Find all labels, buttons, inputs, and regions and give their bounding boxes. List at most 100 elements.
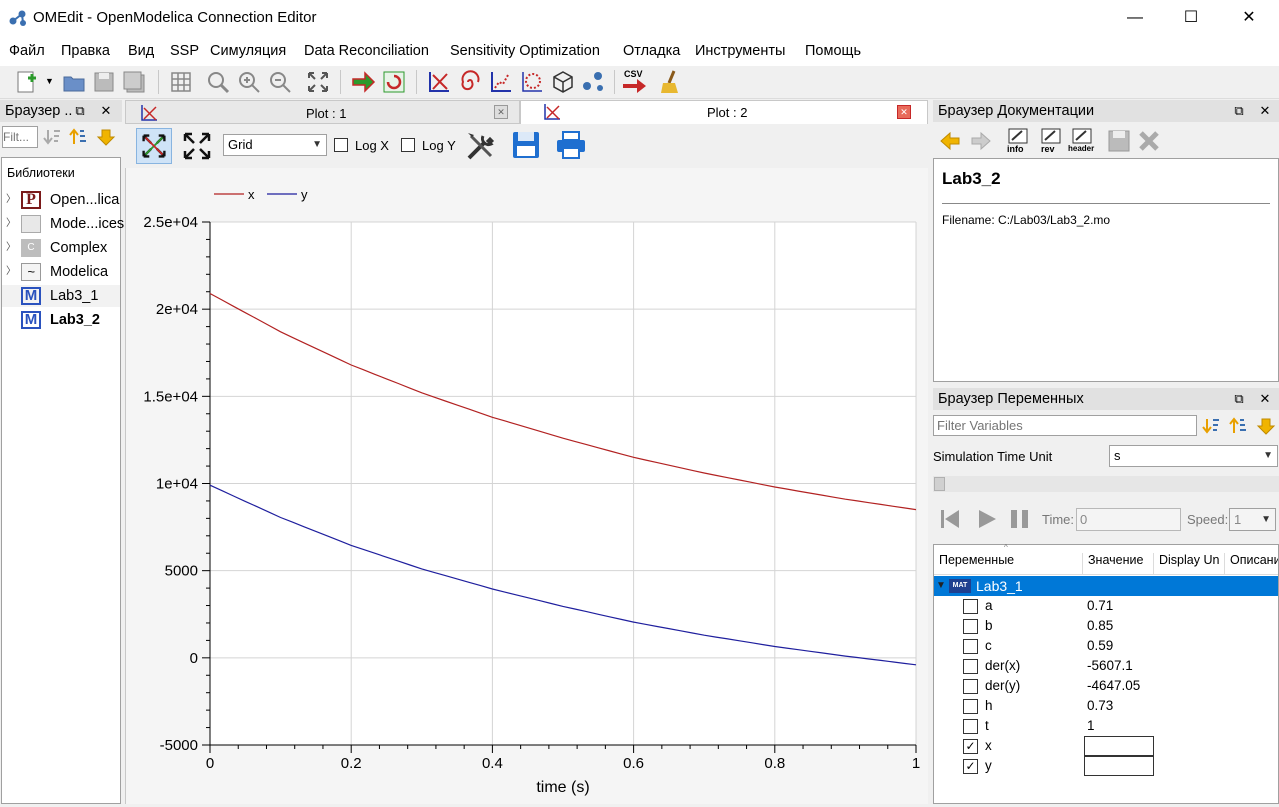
maximize-button[interactable]: ☐ (1162, 0, 1220, 36)
variable-checkbox[interactable] (963, 679, 978, 694)
undock-icon[interactable]: ⧉ (72, 100, 88, 122)
library-item-modelica[interactable]: 〉 ~ Modelica (2, 261, 120, 283)
network-icon[interactable] (581, 69, 607, 95)
minimize-button[interactable]: — (1106, 0, 1164, 36)
fit-in-view-icon[interactable] (136, 128, 172, 164)
expand-arrow-icon[interactable]: 〉 (6, 213, 16, 235)
rewind-icon[interactable] (938, 507, 962, 531)
value-editor[interactable] (1084, 756, 1154, 776)
zoom-icon[interactable] (205, 69, 231, 95)
column-variables[interactable]: Переменные (939, 553, 1083, 575)
variable-checkbox[interactable] (963, 599, 978, 614)
3d-animation-icon[interactable] (550, 69, 576, 95)
scroll-to-icon[interactable] (1256, 416, 1276, 436)
discard-icon[interactable] (1137, 129, 1161, 153)
menu-simulation[interactable]: Симуляция (210, 43, 286, 59)
clear-broom-icon[interactable] (658, 69, 684, 95)
variable-checkbox[interactable] (963, 659, 978, 674)
simulate-icon[interactable] (350, 69, 376, 95)
grid-select[interactable]: Grid ▼ (223, 134, 327, 156)
library-item-complex[interactable]: 〉 C Complex (2, 237, 120, 259)
close-button[interactable]: ✕ (1220, 0, 1278, 36)
filter-variables-input[interactable] (933, 415, 1197, 436)
variable-row[interactable]: a 0.71 (934, 596, 1278, 616)
simulation-setup-icon[interactable] (381, 69, 407, 95)
sort-descending-icon[interactable] (1201, 416, 1221, 436)
line-chart[interactable]: 0 0.2 0.4 0.6 0.8 1 -5000 0 5000 1e+04 1.5e+04 2e+0… (126, 168, 929, 804)
variable-checkbox[interactable]: ✓ (963, 739, 978, 754)
new-file-icon[interactable] (14, 69, 40, 95)
variable-checkbox[interactable] (963, 719, 978, 734)
new-plot-window-icon[interactable] (426, 69, 452, 95)
header-button[interactable]: header (1067, 126, 1097, 156)
save-all-icon[interactable] (121, 69, 147, 95)
close-tab-icon[interactable]: ✕ (494, 105, 508, 119)
variable-row[interactable]: b 0.85 (934, 616, 1278, 636)
sort-descending-icon[interactable] (42, 127, 62, 147)
variable-row[interactable]: der(x) -5607.1 (934, 656, 1278, 676)
menu-ssp[interactable]: SSP (170, 43, 199, 59)
variable-row[interactable]: ✓ x (934, 736, 1278, 756)
export-csv-icon[interactable] (621, 78, 647, 94)
undock-icon[interactable]: ⧉ (1231, 100, 1247, 122)
info-button[interactable]: info (1003, 126, 1031, 156)
parametric-plot-icon[interactable] (457, 69, 483, 95)
close-panel-icon[interactable]: ✕ (1257, 100, 1273, 122)
menu-edit[interactable]: Правка (61, 43, 110, 59)
variable-checkbox[interactable] (963, 619, 978, 634)
time-slider-handle[interactable] (934, 477, 945, 491)
tab-plot-1[interactable]: Plot : 1 ✕ (125, 100, 520, 124)
library-item-openmodelica[interactable]: 〉 P Open...lica (2, 189, 120, 211)
library-item-lab3-1[interactable]: M Lab3_1 (2, 285, 120, 307)
close-tab-icon[interactable]: ✕ (897, 105, 911, 119)
time-unit-select[interactable]: s ▼ (1109, 445, 1278, 467)
variables-root-row[interactable]: ▼ MAT Lab3_1 (934, 576, 1278, 596)
column-value[interactable]: Значение (1088, 553, 1154, 575)
setup-tools-icon[interactable] (465, 130, 497, 162)
speed-select[interactable]: 1 ▼ (1229, 508, 1276, 531)
time-input[interactable] (1076, 508, 1181, 531)
close-panel-icon[interactable]: ✕ (1257, 388, 1273, 410)
variable-checkbox[interactable] (963, 639, 978, 654)
grid-icon[interactable] (168, 69, 194, 95)
save-doc-icon[interactable] (1107, 129, 1131, 153)
logx-checkbox[interactable] (334, 138, 348, 152)
close-panel-icon[interactable]: ✕ (98, 100, 114, 122)
library-item-modelica-services[interactable]: 〉 Mode...ices (2, 213, 124, 235)
auto-scale-icon[interactable] (180, 129, 214, 163)
expand-arrow-icon[interactable]: 〉 (6, 261, 16, 283)
variable-checkbox[interactable] (963, 699, 978, 714)
array-parametric-plot-icon[interactable] (519, 69, 545, 95)
column-description[interactable]: Описани (1230, 553, 1278, 575)
expand-arrow-icon[interactable]: 〉 (6, 237, 16, 259)
fit-to-window-icon[interactable] (305, 69, 331, 95)
value-editor[interactable] (1084, 736, 1154, 756)
variable-checkbox[interactable]: ✓ (963, 759, 978, 774)
menu-tools[interactable]: Инструменты (695, 43, 785, 59)
tab-plot-2[interactable]: Plot : 2 ✕ (520, 100, 928, 124)
variable-row[interactable]: ✓ y (934, 756, 1278, 776)
menu-sensitivity-optimization[interactable]: Sensitivity Optimization (450, 43, 600, 59)
expand-arrow-icon[interactable]: 〉 (6, 189, 16, 211)
menu-help[interactable]: Помощь (805, 43, 861, 59)
undock-icon[interactable]: ⧉ (1231, 388, 1247, 410)
variable-row[interactable]: h 0.73 (934, 696, 1278, 716)
back-arrow-icon[interactable] (939, 131, 961, 151)
menu-file[interactable]: Файл (9, 43, 45, 59)
sort-ascending-icon[interactable] (1228, 416, 1248, 436)
sort-ascending-icon[interactable] (68, 127, 88, 147)
print-icon[interactable] (555, 130, 587, 160)
library-filter-input[interactable] (2, 126, 38, 148)
zoom-out-icon[interactable] (267, 69, 293, 95)
time-slider[interactable] (933, 476, 1279, 492)
new-dropdown-icon[interactable]: ▼ (45, 76, 54, 86)
save-plot-icon[interactable] (511, 130, 541, 160)
collapse-arrow-icon[interactable]: ▼ (936, 576, 946, 596)
pause-icon[interactable] (1008, 507, 1032, 531)
open-folder-icon[interactable] (61, 69, 87, 95)
scroll-to-icon[interactable] (96, 127, 116, 147)
save-icon[interactable] (91, 69, 117, 95)
play-icon[interactable] (975, 507, 999, 531)
variable-row[interactable]: der(y) -4647.05 (934, 676, 1278, 696)
variable-row[interactable]: c 0.59 (934, 636, 1278, 656)
